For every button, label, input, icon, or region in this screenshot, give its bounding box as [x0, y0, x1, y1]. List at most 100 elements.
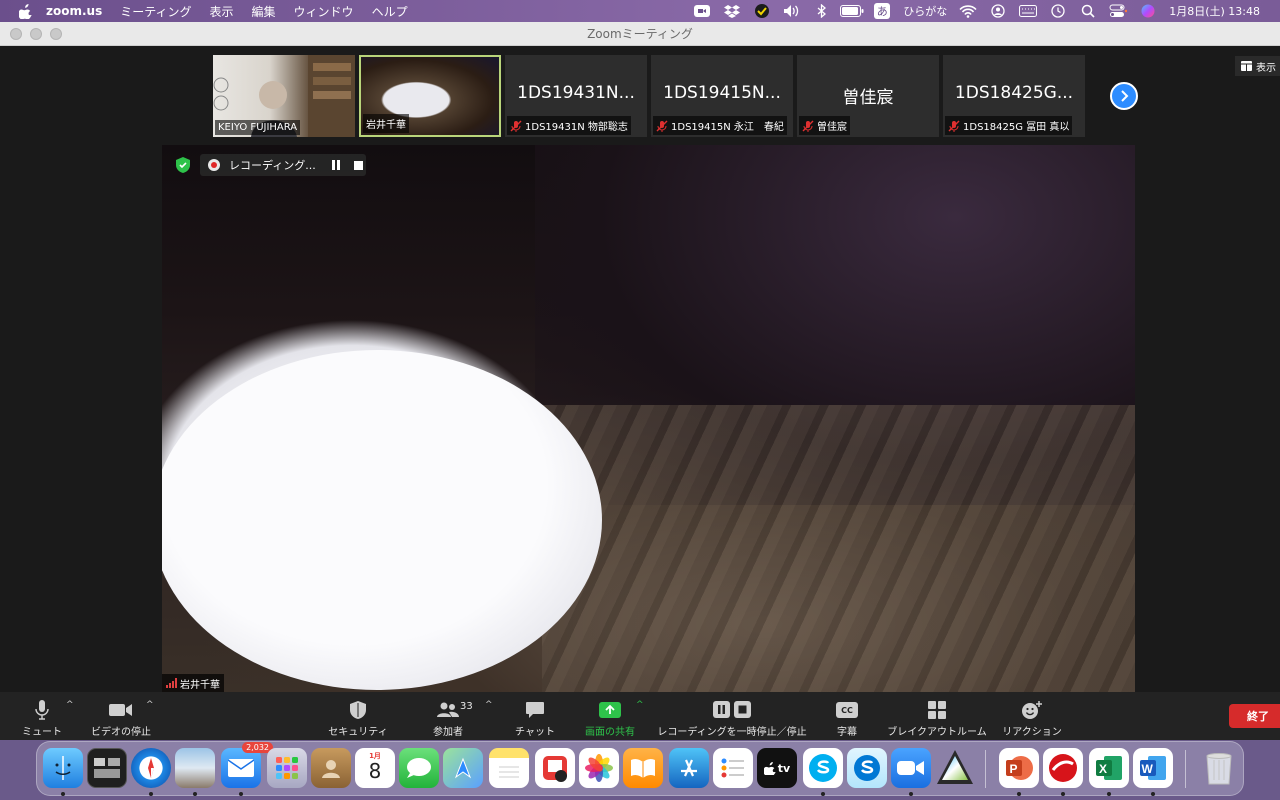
photos-icon[interactable]	[579, 748, 619, 788]
security-label: セキュリティ	[328, 727, 388, 738]
share-options-chevron-icon[interactable]: ^	[636, 700, 644, 710]
pause-recording-button[interactable]	[329, 158, 343, 172]
menu-view[interactable]: 表示	[210, 3, 234, 20]
datetime[interactable]: 1月8日(土) 13:48	[1169, 3, 1260, 19]
recording-controls-button[interactable]: レコーディングを一時停止／停止	[656, 696, 808, 738]
stop-recording-button[interactable]	[351, 158, 365, 172]
input-mode-label[interactable]: ひらがな	[903, 3, 947, 19]
battery-icon[interactable]	[837, 0, 867, 22]
main-video-feed[interactable]	[162, 145, 1135, 692]
share-screen-button[interactable]: 画面の共有	[584, 696, 636, 738]
safari-icon[interactable]	[131, 748, 171, 796]
finder-icon[interactable]	[43, 748, 83, 796]
menu-window[interactable]: ウィンドウ	[294, 3, 354, 20]
participants-options-chevron-icon[interactable]: ^	[485, 700, 493, 710]
calendar-icon[interactable]: 1月 8	[355, 748, 395, 788]
dock: 2,032 1月 8 tv P X W	[36, 741, 1244, 796]
input-badge: あ	[874, 3, 891, 19]
skype-icon[interactable]	[803, 748, 843, 796]
trend-micro-icon[interactable]	[1043, 748, 1083, 796]
menu-edit[interactable]: 編集	[252, 3, 276, 20]
audio-options-chevron-icon[interactable]: ^	[66, 700, 74, 710]
participant-strip: KEIYO FUJIHARA 岩井千華 1DS19431N... 1DS1943…	[213, 55, 1085, 137]
chat-button[interactable]: チャット	[510, 696, 560, 738]
mission-control-icon[interactable]	[87, 748, 127, 788]
menu-meeting[interactable]: ミーティング	[120, 3, 191, 20]
norton-icon[interactable]	[747, 0, 777, 22]
mute-label: ミュート	[22, 727, 62, 738]
powerpoint-icon[interactable]: P	[999, 748, 1039, 796]
video-floor	[542, 405, 1135, 692]
breakout-rooms-button[interactable]: ブレイクアウトルーム	[886, 696, 988, 738]
participant-name: 1DS18425G 冨田 真以	[963, 122, 1070, 133]
dropbox-icon[interactable]	[717, 0, 747, 22]
trash-icon[interactable]	[1199, 748, 1239, 788]
books-icon[interactable]	[623, 748, 663, 788]
excel-icon[interactable]: X	[1089, 748, 1129, 796]
zoom-window: Zoomミーティング KEIYO FUJIHARA 岩井千華 1DS19431N…	[0, 22, 1280, 740]
participant-display-name: 1DS19415N...	[663, 83, 781, 103]
mic-muted-icon	[510, 120, 522, 132]
maps-icon[interactable]	[443, 748, 483, 788]
recording-controls-icon	[713, 700, 751, 720]
user-icon[interactable]	[983, 0, 1013, 22]
keyboard-icon[interactable]	[1013, 0, 1043, 22]
participant-thumbnail[interactable]: KEIYO FUJIHARA	[213, 55, 355, 137]
participant-name-label: 1DS19431N 物部聡志	[507, 116, 631, 135]
participant-thumbnail[interactable]: 1DS19431N... 1DS19431N 物部聡志	[505, 55, 647, 137]
captions-button[interactable]: CC 字幕	[832, 696, 862, 738]
skype-for-business-icon[interactable]	[847, 748, 887, 788]
reminders-icon[interactable]	[713, 748, 753, 788]
participant-thumbnail[interactable]: 1DS19415N... 1DS19415N 永江 春紀	[651, 55, 793, 137]
prism-icon[interactable]	[935, 748, 975, 788]
end-meeting-button[interactable]: 終了	[1229, 704, 1280, 728]
word-icon[interactable]: W	[1133, 748, 1173, 796]
apple-icon[interactable]	[16, 2, 34, 20]
stop-video-button[interactable]: ビデオの停止	[88, 696, 154, 738]
encryption-shield-icon[interactable]	[176, 157, 190, 173]
mail-icon[interactable]: 2,032	[221, 742, 273, 796]
input-source-icon[interactable]: あ	[867, 0, 897, 22]
zoom-status-icon[interactable]	[687, 0, 717, 22]
zoom-icon[interactable]	[891, 748, 931, 796]
participants-label: 参加者	[433, 727, 463, 738]
participant-name-label: 岩井千華	[363, 114, 409, 133]
siri-icon[interactable]	[1133, 0, 1163, 22]
bluetooth-icon[interactable]	[807, 0, 837, 22]
participants-icon	[437, 700, 459, 720]
participant-thumbnail[interactable]: 1DS18425G... 1DS18425G 冨田 真以	[943, 55, 1085, 137]
active-speaker-name: 岩井千華	[180, 679, 220, 691]
view-button[interactable]: 表示	[1235, 56, 1280, 76]
preview-icon[interactable]	[175, 748, 215, 796]
app-store-icon[interactable]	[669, 748, 709, 788]
breakout-rooms-icon	[928, 700, 946, 720]
participant-thumbnail-active[interactable]: 岩井千華	[359, 55, 501, 137]
mute-button[interactable]: ミュート	[20, 696, 64, 738]
next-page-button[interactable]	[1110, 82, 1138, 110]
apple-tv-icon[interactable]: tv	[757, 748, 797, 788]
mic-muted-icon	[948, 120, 960, 132]
menu-help[interactable]: ヘルプ	[372, 3, 408, 20]
video-options-chevron-icon[interactable]: ^	[146, 700, 154, 710]
contacts-icon[interactable]	[311, 748, 351, 788]
volume-icon[interactable]	[777, 0, 807, 22]
reactions-button[interactable]: リアクション	[1000, 696, 1064, 738]
wifi-icon[interactable]	[953, 0, 983, 22]
security-button[interactable]: セキュリティ	[325, 696, 391, 738]
running-indicator	[1061, 792, 1065, 796]
notes-icon[interactable]	[489, 748, 529, 788]
time-machine-icon[interactable]	[1043, 0, 1073, 22]
messages-icon[interactable]	[399, 748, 439, 788]
spotlight-icon[interactable]	[1073, 0, 1103, 22]
participant-display-name: 1DS18425G...	[954, 83, 1074, 103]
svg-text:W: W	[1142, 762, 1154, 776]
svg-text:X: X	[1099, 762, 1107, 776]
video-object	[162, 350, 602, 690]
participant-thumbnail[interactable]: 曽佳宸 曽佳宸	[797, 55, 939, 137]
control-center-icon[interactable]	[1103, 0, 1133, 22]
launchpad-icon[interactable]	[267, 748, 307, 788]
chat-label: チャット	[515, 727, 555, 738]
photo-booth-icon[interactable]	[535, 748, 575, 788]
recording-indicator: レコーディング...	[200, 154, 366, 176]
menu-app-name[interactable]: zoom.us	[46, 4, 102, 18]
